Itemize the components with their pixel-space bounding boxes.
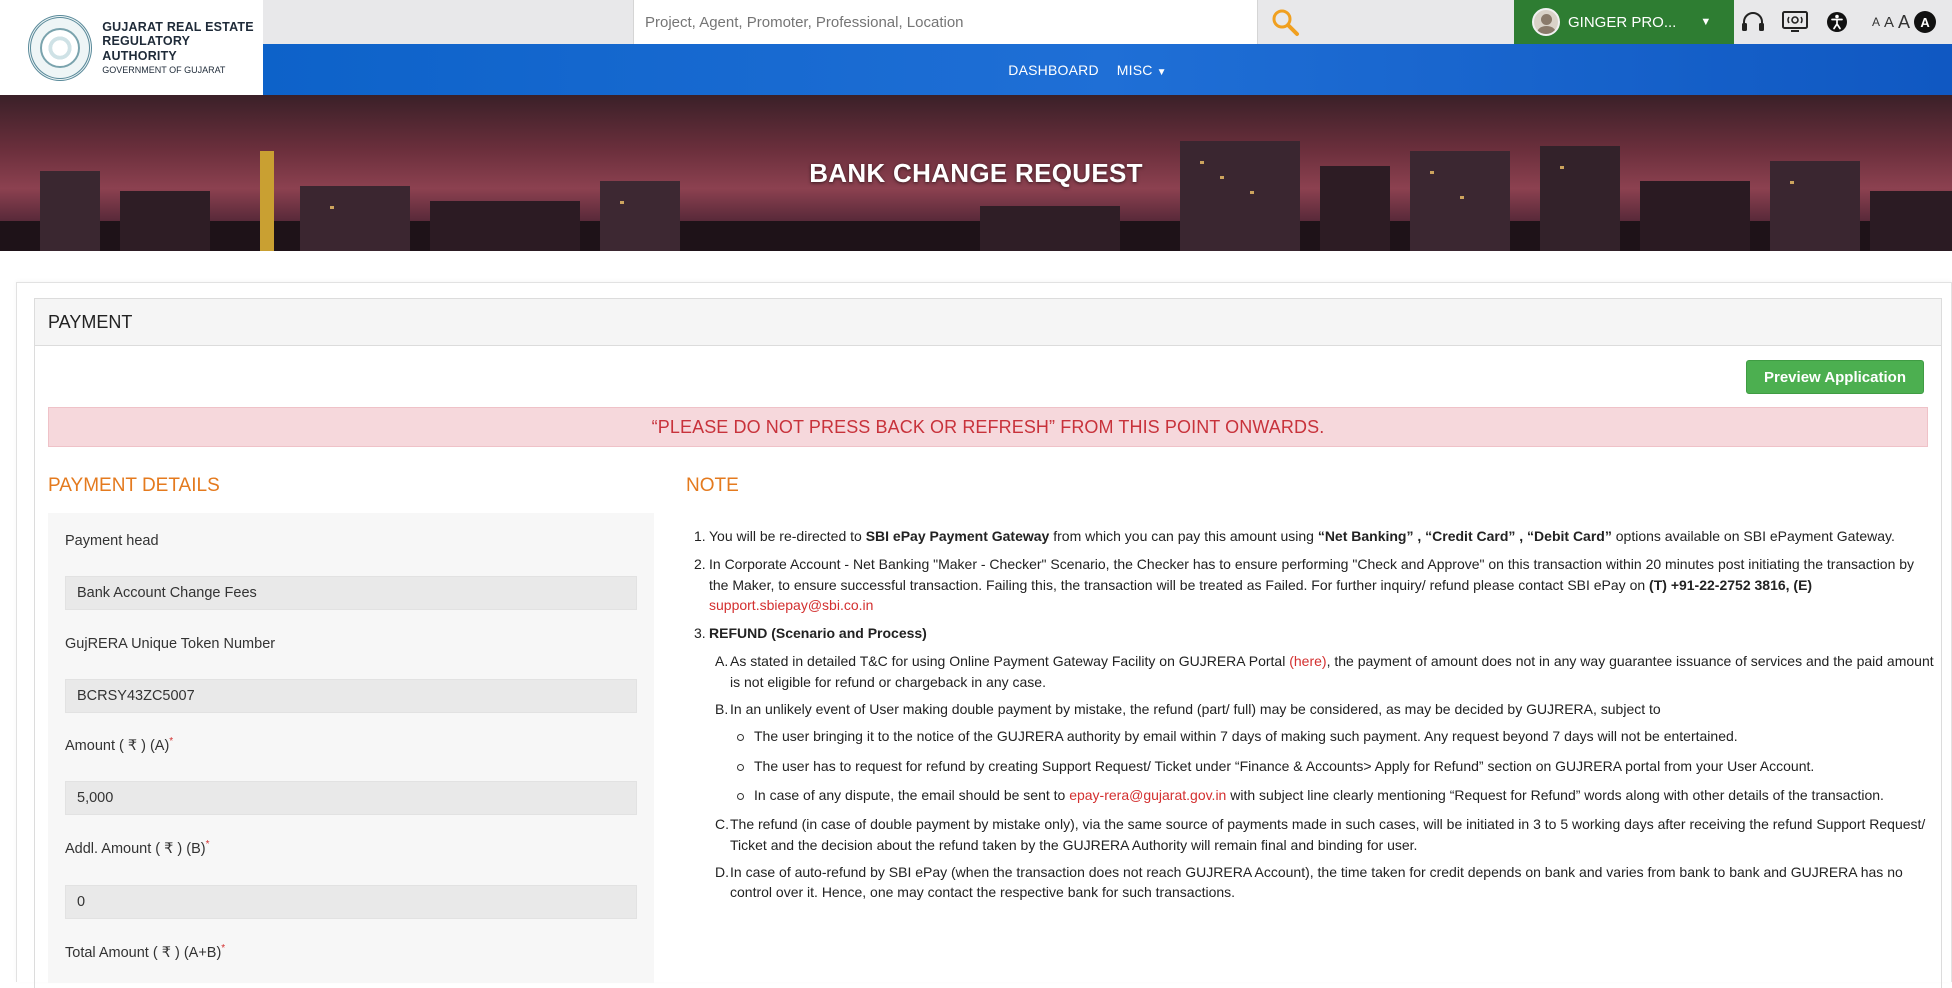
note-item-1: 1. You will be re-directed to SBI ePay P… [686,526,1934,546]
note-bold: SBI ePay Payment Gateway [865,528,1050,544]
sub-num: B. [715,701,729,718]
nav-dashboard[interactable]: DASHBOARD [1008,62,1098,78]
panel-title: PAYMENT [35,299,1941,346]
note-title: NOTE [686,475,739,496]
hero-banner: BANK CHANGE REQUEST [0,95,1952,251]
headset-button[interactable] [1740,9,1766,35]
gujrera-seal-icon [28,14,93,81]
brand-logo[interactable]: GUJARAT REAL ESTATE REGULATORY AUTHORITY… [0,0,263,95]
token-number-label-text: GujRERA Unique Token Number [65,635,276,652]
refund-bullet-3: In case of any dispute, the email should… [686,785,1934,805]
amount-field[interactable] [65,781,637,815]
headset-icon [1742,12,1764,31]
note-text: In an unlikely event of User making doub… [730,701,1661,718]
sub-num: A. [715,653,729,670]
note-text: In case of auto-refund by SBI ePay (when… [730,863,1903,901]
total-amount-label: Total Amount ( ₹ ) (A+B)* [65,943,225,961]
chevron-down-icon: ▼ [1700,16,1712,28]
refund-title: REFUND (Scenario and Process) [709,625,927,642]
note-text: The refund (in case of double payment by… [730,816,1926,853]
search-box [633,0,1258,44]
top-header: GUJARAT REAL ESTATE REGULATORY AUTHORITY… [0,0,1952,95]
search-input[interactable] [634,0,1257,44]
refund-item-a: A. As stated in detailed T&C for using O… [686,651,1934,692]
nav-misc[interactable]: MISC ▼ [1117,62,1167,78]
avatar [1532,8,1560,36]
addl-amount-field[interactable] [65,885,637,919]
note-num: 3. [694,625,706,642]
note-text: In case of any dispute, the email should… [754,786,1070,803]
note-text: from which you can pay this amount using [1049,528,1318,544]
amount-label-text: Amount ( ₹ ) (A) [65,737,170,754]
required-marker: * [221,943,226,954]
user-menu[interactable]: GINGER PRO... ▼ [1514,0,1734,44]
note-item-3: 3. REFUND (Scenario and Process) [686,623,1934,643]
nav-misc-label: MISC [1116,61,1153,78]
note-num: 2. [694,556,706,573]
brand-line1: GUJARAT REAL ESTATE [102,19,254,34]
search-button[interactable] [1260,0,1310,44]
epay-rera-email-link[interactable]: epay-rera@gujarat.gov.in [1069,787,1226,803]
accessibility-button[interactable] [1824,9,1850,35]
note-num: 1. [694,528,706,544]
brand-line1b: REGULATORY AUTHORITY [102,34,190,63]
page-title: BANK CHANGE REQUEST [809,157,1143,188]
refund-item-b: B. In an unlikely event of User making d… [686,699,1934,719]
refund-item-c: C. The refund (in case of double payment… [686,814,1934,855]
user-name: GINGER PRO... [1568,13,1677,31]
tc-here-link[interactable]: (here) [1289,653,1326,669]
required-marker: * [205,839,210,850]
sbiepay-email-link[interactable]: support.sbiepay@sbi.co.in [709,597,873,613]
contrast-icon[interactable]: A [1914,11,1937,33]
refund-item-d: D. In case of auto-refund by SBI ePay (w… [686,862,1934,903]
refund-bullet-1: The user bringing it to the notice of th… [686,726,1934,746]
sub-num: C. [715,816,729,833]
note-list: 1. You will be re-directed to SBI ePay P… [686,526,1934,909]
total-amount-label-text: Total Amount ( ₹ ) (A+B) [65,944,222,961]
accessibility-icon [1827,12,1847,32]
font-size-large-button[interactable]: A [1898,12,1910,33]
payment-head-label-text: Payment head [65,532,159,549]
note-text: You will be re-directed to [709,528,866,544]
search-icon [1272,9,1299,36]
brand-line2: GOVERNMENT OF GUJARAT [102,64,226,75]
refund-bullet-2: The user has to request for refund by cr… [686,756,1934,776]
contact-phone: (T) +91-22-2752 3816, (E) [1649,576,1813,593]
note-text: options available on SBI ePayment Gatewa… [1611,528,1895,544]
main-nav: DASHBOARD MISC ▼ [263,44,1952,95]
sub-num: D. [715,863,729,880]
utility-icons [1740,0,1850,44]
note-text: with subject line clearly mentioning “Re… [1226,786,1884,803]
addl-amount-label: Addl. Amount ( ₹ ) (B)* [65,839,209,857]
preview-application-button[interactable]: Preview Application [1746,360,1924,394]
payment-details-title: PAYMENT DETAILS [48,475,220,496]
note-item-2: 2. In Corporate Account - Net Banking "M… [686,554,1934,615]
screen-reader-icon [1782,11,1808,32]
token-number-label: GujRERA Unique Token Number [65,634,275,652]
font-size-controls: A A A A [1872,0,1937,44]
font-size-medium-button[interactable]: A [1884,14,1894,31]
payment-head-label: Payment head [65,531,159,549]
required-marker: * [169,736,174,747]
addl-amount-label-text: Addl. Amount ( ₹ ) (B) [65,840,206,857]
amount-label: Amount ( ₹ ) (A)* [65,736,173,754]
chevron-down-icon: ▼ [1156,66,1167,78]
brand-text: GUJARAT REAL ESTATE REGULATORY AUTHORITY… [102,20,263,75]
screen-reader-button[interactable] [1782,9,1808,35]
note-text: As stated in detailed T&C for using Onli… [730,653,1290,670]
payment-details-form: Payment head GujRERA Unique Token Number… [48,513,654,983]
warning-banner: “PLEASE DO NOT PRESS BACK OR REFRESH” FR… [48,407,1928,447]
payment-head-field[interactable] [65,576,637,610]
note-bold: “Net Banking” , “Credit Card” , “Debit C… [1317,528,1612,544]
token-number-field[interactable] [65,679,637,713]
font-size-small-button[interactable]: A [1872,15,1880,29]
